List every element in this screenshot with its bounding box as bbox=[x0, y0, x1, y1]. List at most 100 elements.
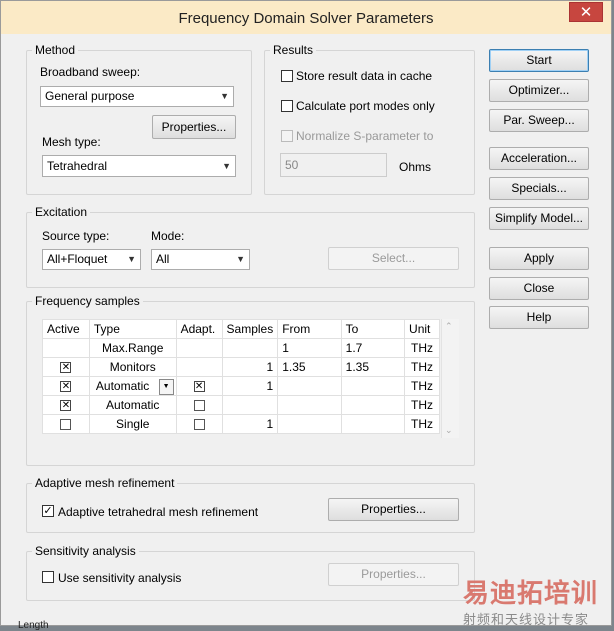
column-header-samples: Samples bbox=[221, 319, 279, 339]
type-cell[interactable]: Monitors bbox=[88, 357, 177, 377]
from-cell[interactable] bbox=[277, 395, 342, 415]
normalize-value-input[interactable]: 50 bbox=[280, 153, 387, 177]
table-row[interactable]: ✕ Automatic ▼ ✕ 1 THz bbox=[42, 376, 440, 396]
scroll-down-icon[interactable]: ⌄ bbox=[445, 425, 453, 436]
adapt-checkbox[interactable] bbox=[193, 419, 205, 431]
active-cell[interactable] bbox=[42, 414, 90, 434]
samples-cell[interactable]: 1 bbox=[221, 376, 279, 396]
column-header-active: Active bbox=[42, 319, 90, 339]
column-header-from: From bbox=[277, 319, 342, 339]
column-header-to: To bbox=[340, 319, 406, 339]
type-cell[interactable]: Automatic ▼ bbox=[88, 376, 177, 396]
adapt-cell[interactable] bbox=[175, 395, 223, 415]
chevron-down-icon: ▼ bbox=[236, 254, 245, 264]
chevron-down-icon: ▼ bbox=[162, 383, 170, 390]
par-sweep-button[interactable]: Par. Sweep... bbox=[489, 109, 589, 132]
active-cell[interactable]: ✕ bbox=[42, 357, 90, 377]
samples-cell[interactable]: 1 bbox=[221, 414, 279, 434]
source-type-label: Source type: bbox=[42, 229, 110, 243]
mesh-type-select[interactable]: Tetrahedral ▼ bbox=[42, 155, 236, 177]
source-type-select[interactable]: All+Floquet ▼ bbox=[42, 249, 141, 270]
samples-cell[interactable] bbox=[221, 395, 279, 415]
samples-cell[interactable]: 1 bbox=[221, 357, 279, 377]
to-cell[interactable] bbox=[340, 414, 406, 434]
frequency-samples-table: Active Type Adapt. Samples From To Unit … bbox=[42, 319, 440, 434]
specials-button[interactable]: Specials... bbox=[489, 177, 589, 200]
to-cell[interactable]: 1.7 bbox=[340, 338, 406, 358]
active-checkbox[interactable] bbox=[60, 419, 72, 431]
from-cell[interactable] bbox=[277, 376, 342, 396]
method-properties-button[interactable]: Properties... bbox=[152, 115, 236, 139]
table-row[interactable]: ✕ Automatic THz bbox=[42, 395, 440, 415]
active-checkbox[interactable]: ✕ bbox=[60, 362, 72, 374]
type-cell[interactable]: Single bbox=[88, 414, 177, 434]
port-modes-checkbox[interactable] bbox=[281, 100, 293, 112]
to-cell[interactable] bbox=[340, 376, 406, 396]
mode-label: Mode: bbox=[151, 229, 185, 243]
samples-cell[interactable] bbox=[221, 338, 279, 358]
select-button[interactable]: Select... bbox=[328, 247, 459, 270]
adapt-cell[interactable]: ✕ bbox=[175, 376, 223, 396]
normalize-checkbox[interactable] bbox=[281, 130, 293, 142]
simplify-model-button[interactable]: Simplify Model... bbox=[489, 207, 589, 230]
column-header-adapt: Adapt. bbox=[175, 319, 223, 339]
optimizer-button[interactable]: Optimizer... bbox=[489, 79, 589, 102]
start-button[interactable]: Start bbox=[489, 49, 589, 72]
from-cell[interactable]: 1.35 bbox=[277, 357, 342, 377]
store-cache-label: Store result data in cache bbox=[296, 69, 433, 83]
adaptive-mesh-label: Adaptive tetrahedral mesh refinement bbox=[58, 505, 259, 519]
method-group-label: Method bbox=[32, 43, 79, 57]
active-checkbox[interactable]: ✕ bbox=[60, 381, 72, 393]
broadband-sweep-label: Broadband sweep: bbox=[40, 65, 141, 79]
table-scrollbar[interactable]: ⌃ ⌄ bbox=[441, 319, 459, 438]
table-row[interactable]: Max.Range 1 1.7 THz bbox=[42, 338, 440, 358]
adapt-cell[interactable] bbox=[175, 414, 223, 434]
active-checkbox[interactable]: ✕ bbox=[60, 400, 72, 412]
unit-cell: THz bbox=[404, 414, 440, 434]
window-title: Frequency Domain Solver Parameters bbox=[178, 10, 434, 27]
store-cache-checkbox[interactable] bbox=[281, 70, 293, 82]
scroll-up-icon[interactable]: ⌃ bbox=[445, 321, 453, 332]
chevron-down-icon: ▼ bbox=[127, 254, 136, 264]
close-button[interactable]: Close bbox=[489, 277, 589, 300]
help-button[interactable]: Help bbox=[489, 306, 589, 329]
unit-cell: THz bbox=[404, 395, 440, 415]
table-row[interactable]: ✕ Monitors 1 1.35 1.35 THz bbox=[42, 357, 440, 377]
type-dropdown-button[interactable]: ▼ bbox=[158, 379, 174, 395]
mesh-type-label: Mesh type: bbox=[42, 135, 101, 149]
broadband-sweep-select[interactable]: General purpose ▼ bbox=[40, 86, 234, 107]
title-bar[interactable]: Frequency Domain Solver Parameters ✕ bbox=[1, 1, 611, 34]
sensitivity-checkbox[interactable] bbox=[42, 571, 54, 583]
adaptive-properties-button[interactable]: Properties... bbox=[328, 498, 459, 521]
from-cell[interactable]: 1 bbox=[277, 338, 342, 358]
from-cell[interactable] bbox=[277, 414, 342, 434]
close-window-button[interactable]: ✕ bbox=[569, 2, 603, 22]
sensitivity-properties-button[interactable]: Properties... bbox=[328, 563, 459, 586]
excitation-group-label: Excitation bbox=[32, 205, 91, 219]
to-cell[interactable] bbox=[340, 395, 406, 415]
table-row[interactable]: Single 1 THz bbox=[42, 414, 440, 434]
watermark-tagline: 射频和天线设计专家 bbox=[463, 612, 590, 627]
sensitivity-label: Use sensitivity analysis bbox=[58, 571, 182, 585]
acceleration-button[interactable]: Acceleration... bbox=[489, 147, 589, 170]
mode-select[interactable]: All ▼ bbox=[151, 249, 250, 270]
background-text: Length bbox=[18, 620, 49, 631]
to-cell[interactable]: 1.35 bbox=[340, 357, 406, 377]
active-cell[interactable]: ✕ bbox=[42, 395, 90, 415]
sensitivity-group-label: Sensitivity analysis bbox=[32, 544, 139, 558]
unit-cell: THz bbox=[404, 376, 440, 396]
adapt-cell bbox=[175, 357, 223, 377]
adapt-checkbox[interactable]: ✕ bbox=[193, 381, 205, 393]
adaptive-mesh-checkbox[interactable]: ✓ bbox=[42, 505, 54, 517]
active-cell bbox=[42, 338, 90, 358]
adapt-checkbox[interactable] bbox=[193, 400, 205, 412]
column-header-type: Type bbox=[88, 319, 177, 339]
chevron-down-icon: ▼ bbox=[220, 91, 229, 101]
apply-button[interactable]: Apply bbox=[489, 247, 589, 270]
normalize-label: Normalize S-parameter to bbox=[296, 129, 434, 143]
table-header-row: Active Type Adapt. Samples From To Unit bbox=[42, 319, 440, 339]
source-type-value: All+Floquet bbox=[47, 252, 108, 266]
mode-value: All bbox=[156, 252, 170, 266]
active-cell[interactable]: ✕ bbox=[42, 376, 90, 396]
type-cell[interactable]: Automatic bbox=[88, 395, 177, 415]
